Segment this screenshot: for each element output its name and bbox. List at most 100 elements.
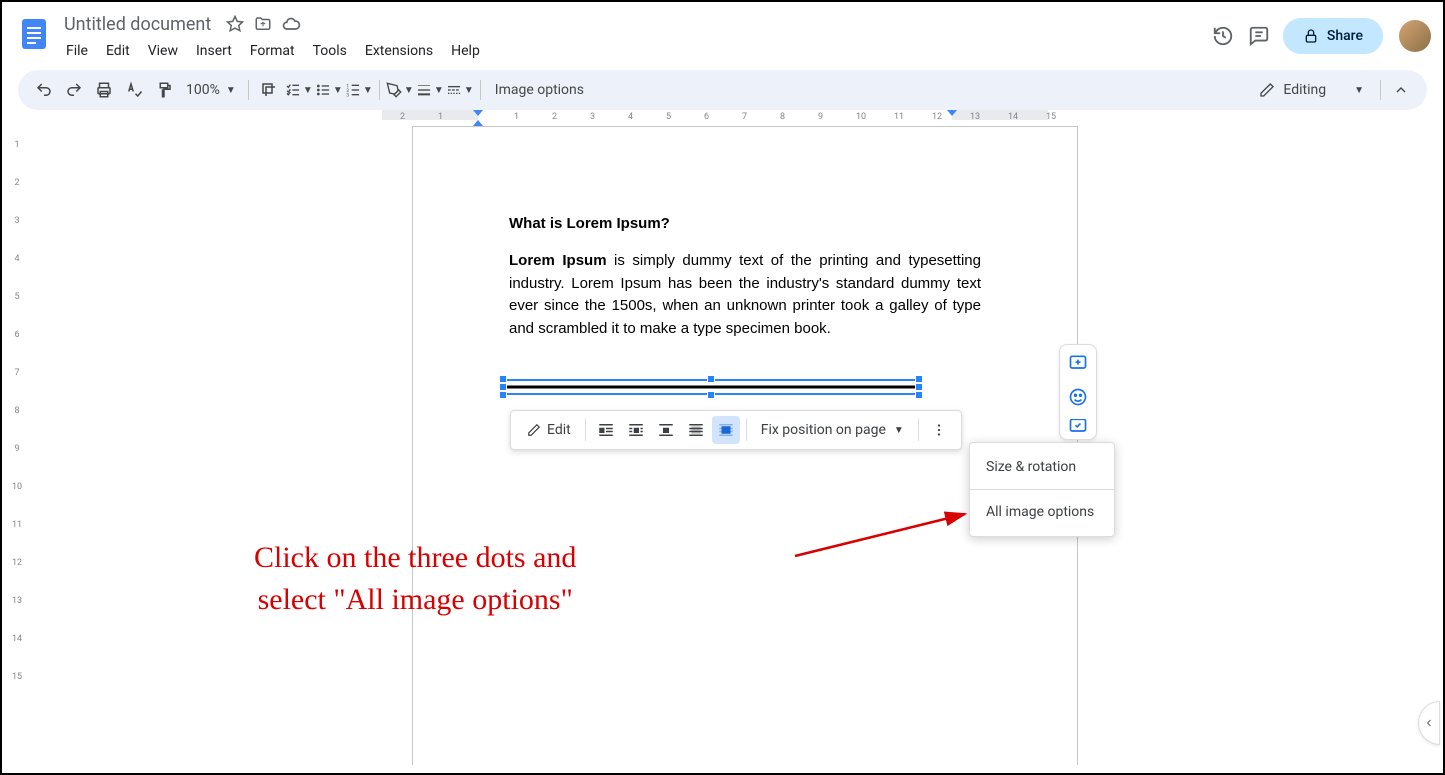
menu-all-image-options[interactable]: All image options — [970, 494, 1114, 530]
resize-handle-ml[interactable] — [499, 383, 507, 391]
separator — [585, 419, 586, 441]
star-icon[interactable] — [225, 14, 245, 34]
paint-format-button[interactable] — [150, 76, 178, 104]
ruler-mark: 6 — [704, 112, 709, 122]
annotation-line-1: Click on the three dots and — [254, 537, 576, 579]
history-icon[interactable] — [1211, 24, 1235, 48]
checklist-button[interactable]: ▼ — [285, 76, 313, 104]
menu-extensions[interactable]: Extensions — [357, 39, 441, 63]
print-button[interactable] — [90, 76, 118, 104]
editing-mode-button[interactable]: Editing ▼ — [1249, 82, 1374, 98]
add-comment-icon — [1068, 353, 1088, 373]
wrap-inline-button[interactable] — [592, 416, 620, 444]
resize-handle-bl[interactable] — [499, 391, 507, 399]
cloud-status-icon[interactable] — [281, 14, 301, 34]
edit-image-button[interactable]: Edit — [519, 416, 579, 444]
toolbar-wrap: 100%▼ ▼ ▼ 123▼ ▼ ▼ ▼ Image options Editi… — [2, 70, 1443, 110]
lock-icon — [1303, 28, 1319, 44]
ruler-mark: 1 — [438, 112, 443, 122]
ruler-mark: 3 — [590, 112, 595, 122]
document-area: 2 1 1 2 3 4 5 6 7 8 9 10 11 12 13 14 15 … — [32, 110, 1443, 765]
indent-marker-right[interactable] — [947, 110, 957, 116]
border-dash-button[interactable]: ▼ — [446, 76, 474, 104]
resize-handle-mr[interactable] — [915, 383, 923, 391]
doc-paragraph[interactable]: Lorem Ipsum is simply dummy text of the … — [509, 250, 981, 340]
ruler-mark: 10 — [12, 482, 22, 492]
docs-logo-icon — [16, 16, 52, 52]
ruler-mark: 15 — [12, 672, 22, 682]
bulleted-list-button[interactable]: ▼ — [315, 76, 343, 104]
resize-handle-tl[interactable] — [499, 375, 507, 383]
break-text-button[interactable] — [652, 416, 680, 444]
indent-marker-first-line[interactable] — [473, 110, 483, 116]
ruler-mark: 4 — [14, 254, 19, 264]
spellcheck-button[interactable] — [120, 76, 148, 104]
zoom-select[interactable]: 100%▼ — [180, 82, 242, 98]
menu-size-rotation[interactable]: Size & rotation — [970, 449, 1114, 485]
wrap-text-button[interactable] — [622, 416, 650, 444]
comments-icon[interactable] — [1247, 24, 1271, 48]
pencil-icon — [1259, 82, 1275, 98]
document-title[interactable]: Untitled document — [58, 12, 217, 37]
separator — [480, 80, 481, 100]
menu-format[interactable]: Format — [242, 39, 303, 63]
menu-bar: File Edit View Insert Format Tools Exten… — [58, 38, 1211, 64]
suggest-edits-button[interactable] — [1066, 419, 1090, 433]
docs-logo[interactable] — [14, 14, 54, 54]
menu-file[interactable]: File — [58, 39, 96, 63]
ruler-mark: 13 — [970, 112, 980, 122]
behind-text-button[interactable] — [682, 416, 710, 444]
doc-heading[interactable]: What is Lorem Ipsum? — [509, 215, 981, 232]
ruler-mark: 8 — [14, 406, 19, 416]
undo-button[interactable] — [30, 76, 58, 104]
ruler-mark: 12 — [12, 558, 22, 568]
image-options-button[interactable]: Image options — [487, 82, 592, 98]
share-button[interactable]: Share — [1283, 18, 1383, 54]
ruler-margin-right — [952, 110, 1048, 120]
fix-position-button[interactable]: Fix position on page▼ — [753, 416, 912, 444]
redo-button[interactable] — [60, 76, 88, 104]
horizontal-ruler[interactable]: 2 1 1 2 3 4 5 6 7 8 9 10 11 12 13 14 15 — [32, 110, 1443, 126]
chevron-down-icon: ▼ — [434, 85, 444, 96]
move-folder-icon[interactable] — [253, 14, 273, 34]
vertical-ruler[interactable]: 1 2 3 4 5 6 7 8 9 10 11 12 13 14 15 — [2, 110, 32, 765]
menu-insert[interactable]: Insert — [188, 39, 240, 63]
in-front-text-button[interactable] — [712, 416, 740, 444]
collapse-toolbar-button[interactable] — [1387, 76, 1415, 104]
ruler-mark: 2 — [14, 178, 19, 188]
emoji-reaction-button[interactable] — [1066, 385, 1090, 409]
resize-handle-br[interactable] — [915, 391, 923, 399]
menu-help[interactable]: Help — [443, 39, 488, 63]
more-options-button[interactable] — [925, 416, 953, 444]
share-label: Share — [1327, 28, 1363, 44]
border-color-button[interactable]: ▼ — [386, 76, 414, 104]
chevron-down-icon: ▼ — [464, 85, 474, 96]
doc-canvas[interactable]: What is Lorem Ipsum? Lorem Ipsum is simp… — [32, 126, 1443, 765]
resize-handle-tr[interactable] — [915, 375, 923, 383]
resize-handle-tc[interactable] — [707, 375, 715, 383]
ruler-mark: 11 — [894, 112, 904, 122]
ruler-mark: 5 — [666, 112, 671, 122]
selected-image[interactable] — [504, 380, 918, 394]
ruler-mark: 2 — [552, 112, 557, 122]
pencil-icon — [527, 423, 541, 437]
menu-view[interactable]: View — [140, 39, 186, 63]
resize-handle-bc[interactable] — [707, 391, 715, 399]
menu-edit[interactable]: Edit — [98, 39, 138, 63]
numbered-list-button[interactable]: 123▼ — [345, 76, 373, 104]
menu-tools[interactable]: Tools — [305, 39, 355, 63]
crop-button[interactable] — [255, 76, 283, 104]
chevron-down-icon: ▼ — [1354, 85, 1364, 96]
ruler-mark: 13 — [12, 596, 22, 606]
annotation: Click on the three dots and select "All … — [254, 537, 576, 621]
ruler-mark: 15 — [1046, 112, 1056, 122]
ruler-mark: 11 — [12, 520, 22, 530]
border-weight-button[interactable]: ▼ — [416, 76, 444, 104]
avatar[interactable] — [1399, 20, 1431, 52]
ruler-mark: 4 — [628, 112, 633, 122]
emoji-icon — [1068, 387, 1088, 407]
ruler-mark: 9 — [14, 444, 19, 454]
ruler-mark: 7 — [14, 368, 19, 378]
zoom-value: 100% — [186, 82, 220, 98]
add-comment-button[interactable] — [1066, 351, 1090, 375]
